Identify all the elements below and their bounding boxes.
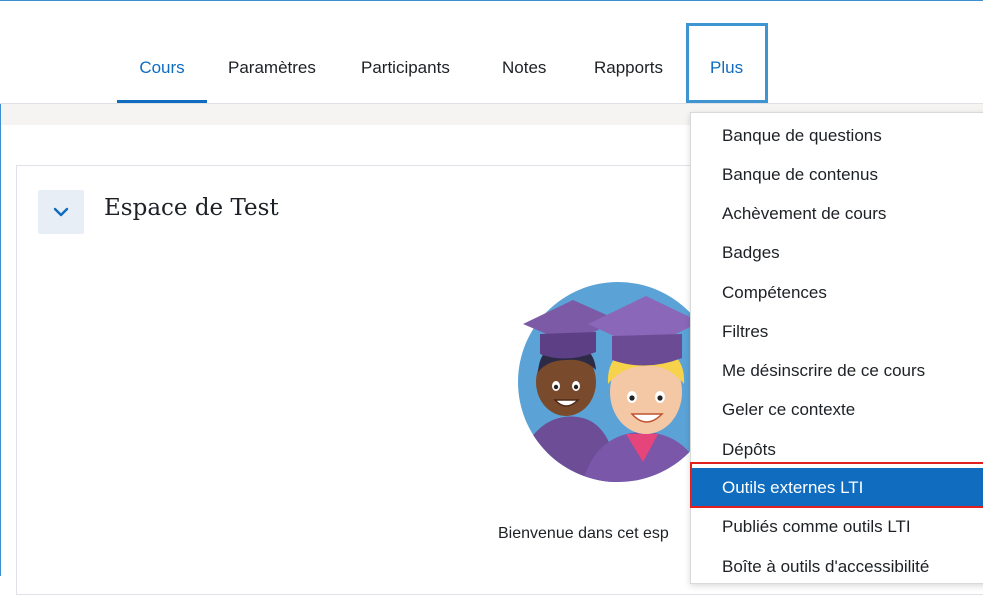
menu-item-achevement-cours[interactable]: Achèvement de cours: [691, 194, 983, 233]
tab-parametres[interactable]: Paramètres: [228, 1, 316, 103]
chevron-down-icon: [53, 207, 69, 217]
menu-item-competences[interactable]: Compétences: [691, 273, 983, 312]
course-navigation: Cours Paramètres Participants Notes Rapp…: [0, 1, 983, 104]
menu-item-publies-outils-lti[interactable]: Publiés comme outils LTI: [691, 507, 983, 546]
menu-item-badges[interactable]: Badges: [691, 233, 983, 272]
menu-item-geler-contexte[interactable]: Geler ce contexte: [691, 390, 983, 429]
tab-notes[interactable]: Notes: [502, 1, 546, 103]
menu-item-depots[interactable]: Dépôts: [691, 430, 983, 469]
plus-focus-outline: [686, 23, 768, 103]
graduates-illustration: [518, 282, 698, 482]
collapse-section-button[interactable]: [38, 190, 84, 234]
menu-item-filtres[interactable]: Filtres: [691, 312, 983, 351]
more-dropdown-menu: Banque de questions Banque de contenus A…: [690, 112, 983, 584]
menu-item-outils-externes-lti[interactable]: Outils externes LTI: [691, 468, 983, 507]
menu-item-banque-contenus[interactable]: Banque de contenus: [691, 155, 983, 194]
menu-item-desinscrire[interactable]: Me désinscrire de ce cours: [691, 351, 983, 390]
menu-item-banque-questions[interactable]: Banque de questions: [691, 116, 983, 155]
welcome-message: Bienvenue dans cet esp: [498, 525, 669, 542]
tab-cours[interactable]: Cours: [117, 1, 207, 103]
section-title: Espace de Test: [104, 195, 279, 221]
tab-participants[interactable]: Participants: [361, 1, 450, 103]
menu-item-boite-accessibilite[interactable]: Boîte à outils d'accessibilité: [691, 547, 983, 586]
tab-rapports[interactable]: Rapports: [594, 1, 663, 103]
